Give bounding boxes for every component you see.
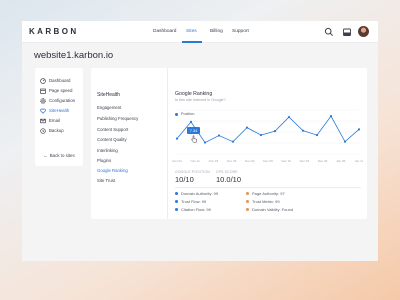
nav-dashboard[interactable]: Dashboard [153,29,176,34]
dashboard-icon [40,77,46,84]
x-tick-label: Jan 06 [336,159,345,163]
metric-dot [175,208,178,211]
metric-citation-flow: Citation Flow: 99 [175,207,211,212]
x-tick-label: Dec 30 [318,159,328,163]
menu-divider [167,68,168,219]
metric-label: Domain Validity: Found [252,207,294,212]
menu-content-quality[interactable]: Content Quality [97,137,127,142]
metric-label: Trust Metric: 99 [252,199,280,204]
left-nav-page-speed[interactable]: Page speed [40,86,72,95]
data-point[interactable] [217,134,221,137]
back-to-sites-label: Back to sites [49,153,75,158]
page-title: website1.karbon.io [34,50,114,61]
metric-label: Citation Flow: 99 [181,207,211,212]
data-point[interactable] [259,133,263,137]
google-position-label: GOOGLE POSITION [175,170,210,174]
nav-billing[interactable]: Billing [210,29,223,34]
metric-trust-metric: Trust Metric: 99 [246,199,280,204]
google-position-value: 10/10 [175,175,194,184]
backup-icon [40,127,46,134]
left-nav-label: Dashboard [49,78,71,83]
x-tick-label: Dec 09 [263,159,273,163]
metric-domain-validity: Domain Validity: Found [246,207,293,212]
app-window: KARBON Dashboard Sites Billing Support w… [22,21,378,261]
ranking-chart: Nov 04 Nov 11 Nov 18 Nov 25 Dec 02 Dec 09 Dec … [172,109,363,163]
panel-title: Google Ranking [175,91,213,97]
metric-dot [175,200,178,203]
gear-icon [40,97,46,104]
menu-google-ranking[interactable]: Google Ranking [97,168,128,173]
data-point[interactable] [273,130,277,133]
sitehealth-menu-title: SiteHealth [97,92,121,98]
left-nav-label: Configuration [49,98,76,103]
panel-subtitle: Is this site indexed in Google? [175,98,226,102]
x-tick-label: Nov 04 [172,159,182,163]
main-card: SiteHealth Engagement Publishing Frequen… [91,68,367,219]
data-point[interactable] [343,140,347,143]
search-icon[interactable] [324,27,334,37]
metric-page-authority: Page Authority: 97 [246,191,285,196]
x-tick-label: Dec 02 [245,159,255,163]
data-point[interactable] [245,126,249,129]
x-tick-label: Nov 11 [191,159,201,163]
left-nav-backup[interactable]: Backup [40,126,64,135]
cps-score-value: 10.0/10 [216,175,242,184]
x-tick-label: Nov 25 [227,159,237,163]
data-point[interactable] [175,137,179,140]
left-nav-label: Page speed [49,88,73,93]
menu-content-support[interactable]: Content Support [97,127,128,132]
metric-label: Page Authority: 97 [252,191,285,196]
nav-support[interactable]: Support [232,29,249,34]
data-point[interactable] [287,115,291,119]
nav-active-indicator [182,41,202,43]
left-nav-label: Backup [49,128,64,133]
left-nav-sitehealth[interactable]: SiteHealth [40,106,69,115]
x-tick-label: Jan 13 [354,159,363,163]
metric-dot [246,192,249,195]
arrow-left-icon: ← [43,153,48,158]
metric-domain-authority: Domain Authority: 99 [175,191,218,196]
cps-score-label: CPS SCORE [216,170,238,174]
metric-dot [246,208,249,211]
chart-tooltip: 7.34 [187,127,200,134]
data-point[interactable] [357,128,361,131]
data-point[interactable] [203,141,207,144]
metric-label: Domain Authority: 99 [181,191,219,196]
mail-icon [40,118,46,123]
section-divider [175,187,361,188]
menu-publishing-frequency[interactable]: Publishing Frequency [97,116,138,121]
series-line-position [176,115,360,144]
data-point[interactable] [301,129,305,132]
avatar[interactable] [358,26,369,37]
menu-engagement[interactable]: Engagement [97,105,121,110]
back-to-sites-button[interactable]: ← Back to sites [35,150,83,161]
x-tick-label: Nov 18 [209,159,219,163]
left-nav-label: SiteHealth [49,108,70,113]
top-bar: KARBON Dashboard Sites Billing Support [22,21,378,43]
metric-dot [246,200,249,203]
inbox-icon[interactable] [342,27,352,37]
calendar-icon [40,88,46,94]
data-point[interactable] [189,120,193,123]
metric-label: Trust Flow: 99 [181,199,207,204]
menu-site-trust[interactable]: Site Trust [97,178,115,183]
data-point[interactable] [315,133,319,137]
data-point[interactable] [329,115,333,118]
x-tick-label: Dec 16 [281,159,291,163]
left-nav-label: Email [49,118,60,123]
metric-dot [175,192,178,195]
nav-sites[interactable]: Sites [186,29,197,34]
x-tick-label: Dec 23 [300,159,310,163]
metric-trust-flow: Trust Flow: 99 [175,199,206,204]
logo[interactable]: KARBON [29,27,79,36]
data-point[interactable] [231,140,235,143]
left-nav-dashboard[interactable]: Dashboard [40,76,70,85]
menu-interlinking[interactable]: Interlinking [97,148,118,153]
left-nav-email[interactable]: Email [40,116,60,125]
left-nav-configuration[interactable]: Configuration [40,96,75,105]
menu-plugins[interactable]: Plugins [97,158,111,163]
heart-icon [40,108,46,114]
hand-cursor-icon [191,135,198,143]
